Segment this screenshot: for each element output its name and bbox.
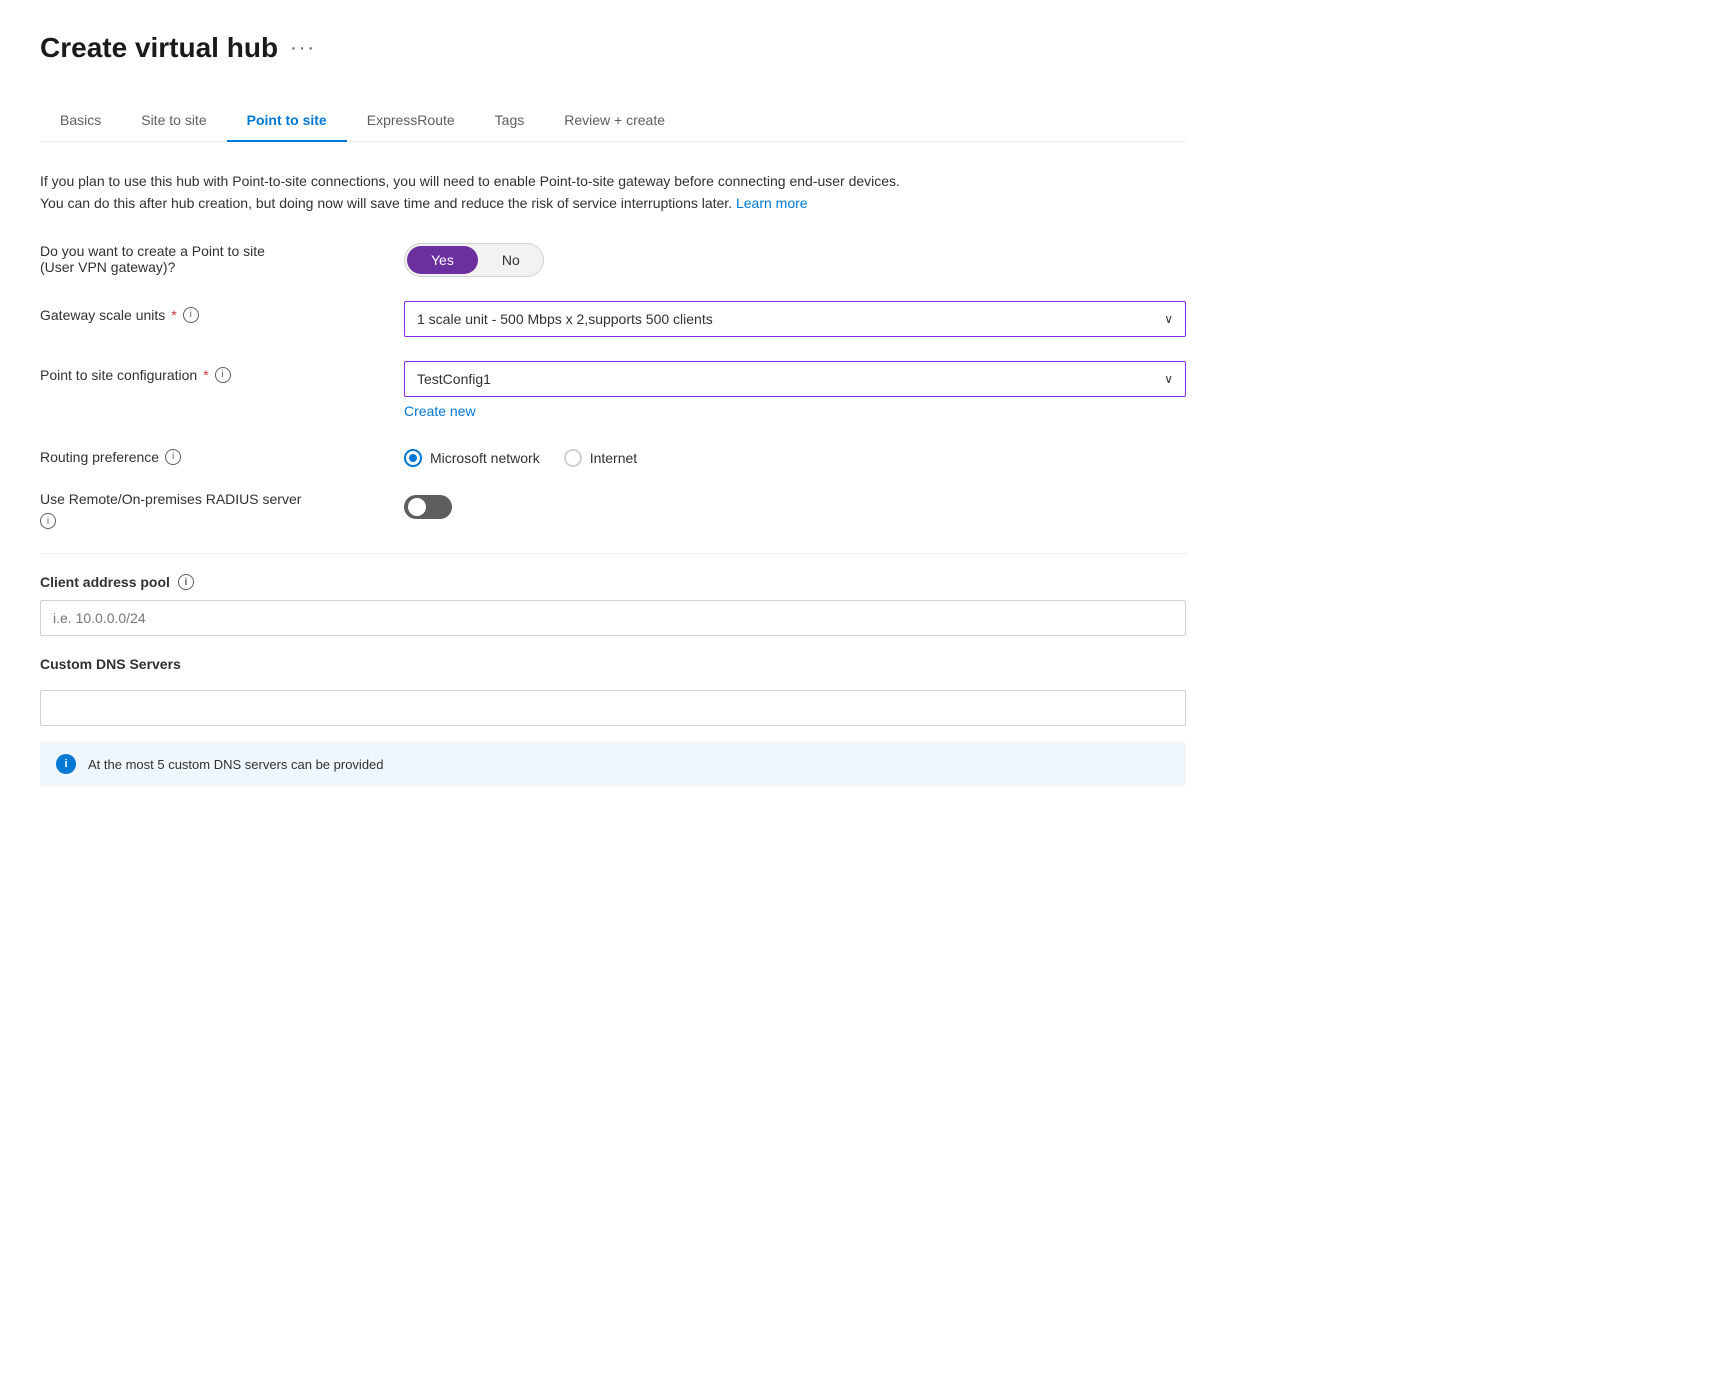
gateway-scale-info-icon[interactable]: i [183,307,199,323]
radius-row: Use Remote/On-premises RADIUS server i [40,491,1186,530]
client-address-pool-section: Client address pool i [40,574,1186,636]
routing-microsoft-label: Microsoft network [430,450,540,466]
p2s-config-label: Point to site configuration * i [40,361,380,383]
tab-point-to-site[interactable]: Point to site [227,100,347,142]
page-title-row: Create virtual hub ··· [40,32,1186,64]
tab-bar: Basics Site to site Point to site Expres… [40,100,1186,142]
dns-info-banner: i At the most 5 custom DNS servers can b… [40,742,1186,786]
ellipsis-button[interactable]: ··· [290,37,316,60]
routing-info-icon[interactable]: i [165,449,181,465]
dns-info-banner-icon: i [56,754,76,774]
p2s-config-info-icon[interactable]: i [215,367,231,383]
p2s-config-dropdown[interactable]: TestConfig1 ∨ [404,361,1186,397]
radius-toggle[interactable] [404,495,452,519]
description-text: If you plan to use this hub with Point-t… [40,170,900,215]
routing-internet-radio[interactable] [564,449,582,467]
radius-info-icon[interactable]: i [40,513,56,529]
tab-expressroute[interactable]: ExpressRoute [347,100,475,142]
yes-no-toggle-control: Yes No [404,243,1186,277]
create-new-link[interactable]: Create new [404,403,476,419]
routing-preference-row: Routing preference i Microsoft network I… [40,443,1186,467]
no-option[interactable]: No [478,246,544,274]
routing-internet-label: Internet [590,450,637,466]
radius-label-container: Use Remote/On-premises RADIUS server i [40,491,380,530]
create-p2s-label: Do you want to create a Point to site (U… [40,243,380,275]
routing-preference-label: Routing preference i [40,443,380,465]
routing-internet-option[interactable]: Internet [564,449,637,467]
client-pool-info-icon[interactable]: i [178,574,194,590]
routing-microsoft-radio[interactable] [404,449,422,467]
tab-review-create[interactable]: Review + create [544,100,685,142]
learn-more-link[interactable]: Learn more [736,195,808,211]
client-pool-title-row: Client address pool i [40,574,1186,590]
p2s-required-marker: * [203,367,208,383]
yes-no-toggle[interactable]: Yes No [404,243,544,277]
client-pool-title: Client address pool [40,574,170,590]
p2s-config-row: Point to site configuration * i TestConf… [40,361,1186,419]
gateway-scale-value: 1 scale unit - 500 Mbps x 2,supports 500… [417,311,713,327]
yes-option[interactable]: Yes [407,246,478,274]
p2s-config-value: TestConfig1 [417,371,491,387]
gateway-scale-dropdown[interactable]: 1 scale unit - 500 Mbps x 2,supports 500… [404,301,1186,337]
gateway-scale-label: Gateway scale units * i [40,301,380,323]
gateway-scale-dropdown-control: 1 scale unit - 500 Mbps x 2,supports 500… [404,301,1186,337]
routing-microsoft-option[interactable]: Microsoft network [404,449,540,467]
p2s-config-control: TestConfig1 ∨ Create new [404,361,1186,419]
client-pool-input[interactable] [40,600,1186,636]
routing-radio-group: Microsoft network Internet [404,443,1186,467]
tab-site-to-site[interactable]: Site to site [121,100,226,142]
radius-toggle-control [404,491,1186,519]
section-divider [40,553,1186,554]
custom-dns-input[interactable] [40,690,1186,726]
tab-basics[interactable]: Basics [40,100,121,142]
gateway-scale-row: Gateway scale units * i 1 scale unit - 5… [40,301,1186,337]
page-title: Create virtual hub [40,32,278,64]
gateway-scale-arrow-icon: ∨ [1164,312,1173,326]
p2s-config-arrow-icon: ∨ [1164,372,1173,386]
custom-dns-section: Custom DNS Servers [40,656,1186,726]
custom-dns-title: Custom DNS Servers [40,656,1186,672]
required-marker: * [171,307,176,323]
tab-tags[interactable]: Tags [475,100,545,142]
create-p2s-row: Do you want to create a Point to site (U… [40,243,1186,277]
dns-info-text: At the most 5 custom DNS servers can be … [88,757,384,772]
radius-label: Use Remote/On-premises RADIUS server [40,491,380,507]
